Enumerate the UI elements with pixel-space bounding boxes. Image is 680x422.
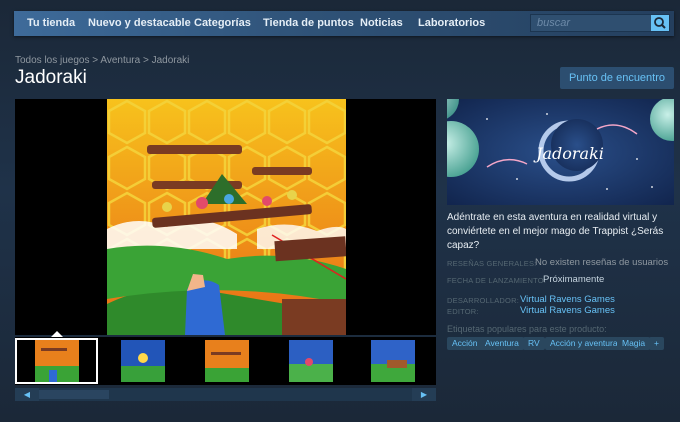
- reviews-label: RESEÑAS GENERALES:: [447, 259, 537, 268]
- release-date-label: FECHA DE LANZAMIENTO:: [447, 276, 547, 285]
- publisher-link[interactable]: Virtual Ravens Games: [520, 305, 615, 316]
- page-title: Jadoraki: [15, 67, 87, 88]
- nav-tienda-de-puntos[interactable]: Tienda de puntos: [263, 11, 354, 36]
- release-date-value: Próximamente: [543, 274, 605, 285]
- breadcrumb-jadoraki[interactable]: Jadoraki: [152, 55, 190, 66]
- arrow-right-icon: ▶: [420, 390, 428, 399]
- tag-aventura[interactable]: Aventura: [480, 337, 524, 350]
- tag-rv[interactable]: RV: [523, 337, 545, 350]
- arrow-left-icon: ◀: [23, 390, 31, 399]
- breadcrumb-aventura[interactable]: Aventura: [100, 55, 140, 66]
- nav-categorias[interactable]: Categorías: [194, 11, 251, 36]
- scrollbar-handle[interactable]: [39, 390, 109, 399]
- thumbnail-5[interactable]: [367, 340, 433, 382]
- breadcrumb-separator: >: [92, 55, 99, 66]
- store-nav-bar: Tu tienda Nuevo y destacable Categorías …: [14, 11, 674, 36]
- search-box: [530, 14, 670, 32]
- community-hub-button[interactable]: Punto de encuentro: [560, 67, 674, 89]
- developer-link[interactable]: Virtual Ravens Games: [520, 294, 615, 305]
- nav-laboratorios[interactable]: Laboratorios: [418, 11, 485, 36]
- breadcrumb: Todos los juegos > Aventura > Jadoraki: [15, 55, 189, 66]
- thumbnail-4[interactable]: [283, 340, 339, 382]
- thumbnail-2[interactable]: [115, 340, 171, 382]
- game-logo-text: Jadoraki: [533, 144, 604, 163]
- scroll-left-button[interactable]: ◀: [15, 388, 39, 401]
- tags-label: Etiquetas populares para este producto:: [447, 324, 607, 334]
- media-player[interactable]: [15, 99, 436, 335]
- thumbnail-1[interactable]: [15, 338, 98, 384]
- scroll-right-button[interactable]: ▶: [412, 388, 436, 401]
- nav-nuevo-y-destacable[interactable]: Nuevo y destacable: [88, 11, 191, 36]
- thumbnail-strip: [15, 337, 436, 385]
- main-screenshot: [107, 99, 346, 335]
- search-icon: [654, 17, 666, 29]
- thumbnail-scrollbar[interactable]: ◀ ▶: [15, 388, 436, 401]
- tag-accion[interactable]: Acción: [447, 337, 483, 350]
- reviews-value: No existen reseñas de usuarios: [535, 257, 669, 268]
- tag-accion-y-aventura[interactable]: Acción y aventura: [545, 337, 623, 350]
- search-button[interactable]: [651, 15, 669, 31]
- breadcrumb-todos-los-juegos[interactable]: Todos los juegos: [15, 55, 90, 66]
- nav-noticias[interactable]: Noticias: [360, 11, 403, 36]
- tag-magia[interactable]: Magia: [617, 337, 651, 350]
- tags-more-button[interactable]: +: [649, 337, 664, 350]
- publisher-label: EDITOR:: [447, 307, 479, 316]
- thumbnail-3[interactable]: [199, 340, 255, 382]
- search-input[interactable]: [531, 15, 661, 31]
- breadcrumb-separator: >: [142, 55, 149, 66]
- developer-label: DESARROLLADOR:: [447, 296, 519, 305]
- nav-tu-tienda[interactable]: Tu tienda: [27, 11, 75, 36]
- game-description: Adéntrate en esta aventura en realidad v…: [447, 212, 664, 251]
- header-capsule-image: Jadoraki: [447, 99, 674, 205]
